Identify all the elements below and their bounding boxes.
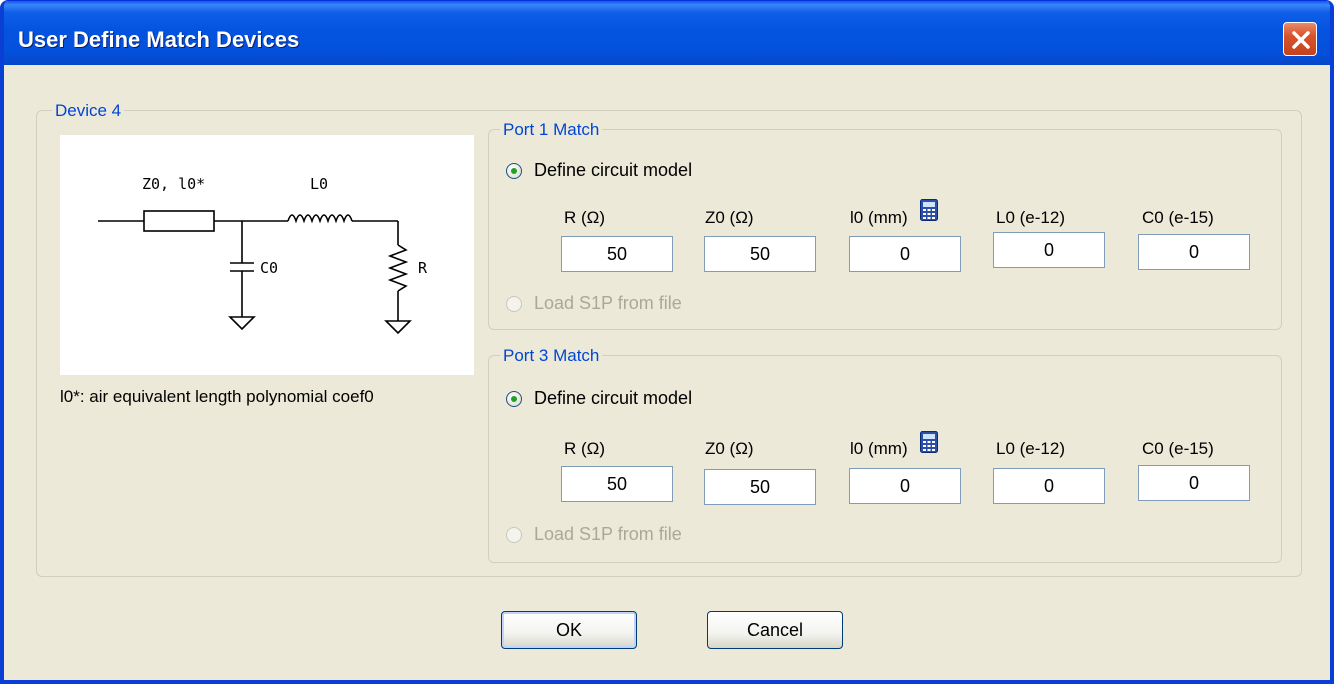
port3-r-input[interactable] <box>561 466 673 502</box>
device-group-label: Device 4 <box>52 101 125 121</box>
port3-define-radio[interactable]: Define circuit model <box>506 388 692 409</box>
port1-load-radio: Load S1P from file <box>506 293 682 314</box>
calculator-icon[interactable] <box>920 199 938 221</box>
port1-C0-input[interactable] <box>1138 234 1250 270</box>
calculator-icon[interactable] <box>920 431 938 453</box>
dialog-content: Device 4 Z0, l0* L0 C0 R l0*: air equiva… <box>4 65 1330 680</box>
port1-z0-input[interactable] <box>704 236 816 272</box>
port1-L0-label: L0 (e-12) <box>996 208 1065 227</box>
port1-load-label: Load S1P from file <box>534 293 682 313</box>
port3-define-label: Define circuit model <box>534 388 693 408</box>
circuit-note: l0*: air equivalent length polynomial co… <box>60 387 374 406</box>
tline-label: Z0, l0* <box>142 175 205 193</box>
port1-r-label: R (Ω) <box>564 208 606 227</box>
capacitor-label: C0 <box>260 259 278 277</box>
port3-define-radio-button[interactable] <box>506 390 522 407</box>
port3-L0-input[interactable] <box>993 468 1105 504</box>
port3-l0mm-input[interactable] <box>849 468 961 504</box>
port1-z0-label: Z0 (Ω) <box>705 208 754 227</box>
dialog-window: User Define Match Devices Device 4 Z0, l… <box>0 0 1334 684</box>
port3-C0-label: C0 (e-15) <box>1142 439 1214 458</box>
close-icon <box>1292 31 1310 49</box>
port3-r-label: R (Ω) <box>564 439 606 458</box>
port1-define-radio-button[interactable] <box>506 162 522 179</box>
port1-group-label: Port 1 Match <box>500 120 603 140</box>
port1-C0-label: C0 (e-15) <box>1142 208 1214 227</box>
port3-load-label: Load S1P from file <box>534 524 682 544</box>
port1-define-radio[interactable]: Define circuit model <box>506 160 692 181</box>
port3-L0-label: L0 (e-12) <box>996 439 1065 458</box>
resistor-label: R <box>418 259 428 277</box>
port3-load-radio-button <box>506 526 522 543</box>
port3-group-label: Port 3 Match <box>500 346 603 366</box>
close-button[interactable] <box>1283 22 1317 56</box>
port1-load-radio-button <box>506 295 522 312</box>
port3-z0-label: Z0 (Ω) <box>705 439 754 458</box>
port3-l0mm-label: l0 (mm) <box>850 439 908 458</box>
circuit-diagram: Z0, l0* L0 C0 R <box>60 135 474 375</box>
title-bar[interactable]: User Define Match Devices <box>4 1 1330 65</box>
port1-L0-input[interactable] <box>993 232 1105 268</box>
port1-r-input[interactable] <box>561 236 673 272</box>
port3-C0-input[interactable] <box>1138 465 1250 501</box>
port1-l0mm-label: l0 (mm) <box>850 208 908 227</box>
port1-l0mm-input[interactable] <box>849 236 961 272</box>
inductor-label: L0 <box>310 175 328 193</box>
window-title: User Define Match Devices <box>18 27 300 52</box>
port3-z0-input[interactable] <box>704 469 816 505</box>
port3-load-radio: Load S1P from file <box>506 524 682 545</box>
cancel-button[interactable]: Cancel <box>707 611 843 649</box>
ok-button[interactable]: OK <box>501 611 637 649</box>
port1-define-label: Define circuit model <box>534 160 693 180</box>
